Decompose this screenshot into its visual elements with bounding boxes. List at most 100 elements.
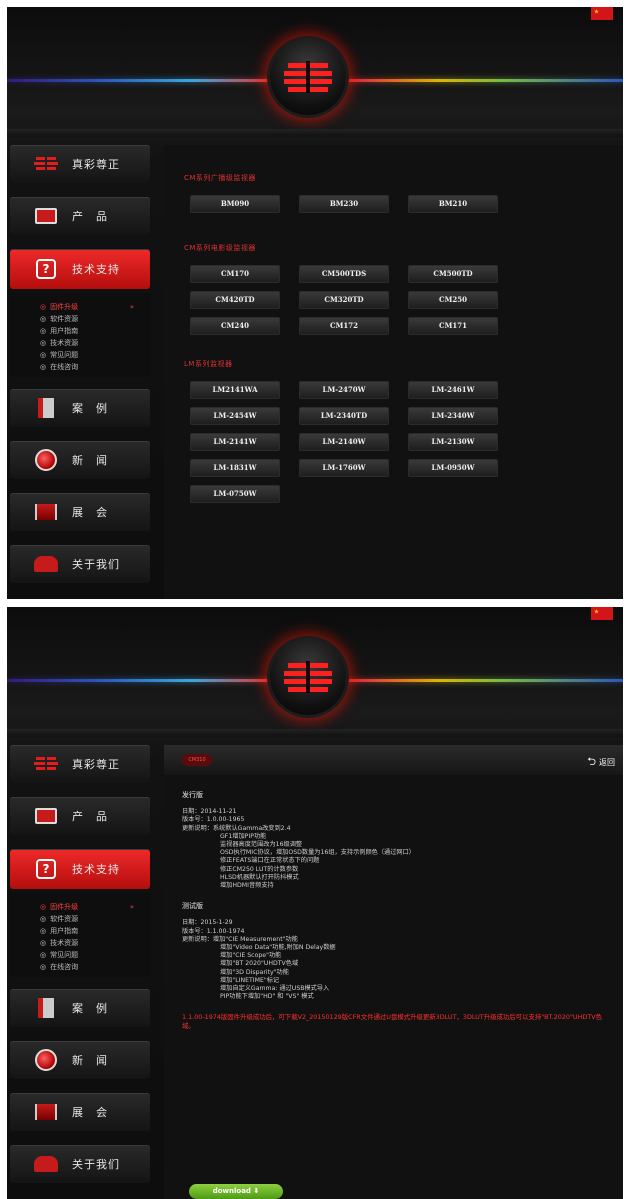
subnav-item-online[interactable]: 在线咨询	[40, 961, 150, 973]
nav-news[interactable]: 新 闻	[10, 441, 150, 479]
upgrade-notice: 1.1.00-1974版固件升级成功后，可下载V2_20150129版CFR文件…	[182, 1013, 602, 1031]
sidebar: 真彩尊正 产 品 ? 技术支持 固件升级» 软件资源 用户指南 技术资源 常见问…	[10, 145, 150, 597]
product-button[interactable]: LM-2130W	[408, 433, 498, 451]
nav-cases-label: 案 例	[72, 402, 108, 415]
product-button[interactable]: LM-1831W	[190, 459, 280, 477]
subnav-item-faq[interactable]: 常见问题	[40, 949, 150, 961]
product-button[interactable]: BM210	[408, 195, 498, 213]
globe-icon	[34, 1049, 58, 1071]
back-button[interactable]: ⮌ 返回	[587, 753, 615, 772]
subnav-item-firmware[interactable]: 固件升级»	[40, 901, 150, 913]
people-icon	[34, 554, 58, 574]
nav-exhibitions-label: 展 会	[72, 506, 108, 519]
back-label: 返回	[599, 758, 615, 767]
subnav-arrow-icon: »	[129, 303, 134, 311]
header-band	[7, 129, 623, 137]
product-button[interactable]: LM-2340TD	[299, 407, 389, 425]
subnav-item-guide[interactable]: 用户指南	[40, 925, 150, 937]
test-lines: 日期：2015-1-29 版本号：1.1.00-1974 更新说明：增加"CIE M…	[182, 919, 623, 944]
product-button[interactable]: CM171	[408, 317, 498, 335]
subnav-item-online[interactable]: 在线咨询	[40, 361, 150, 373]
product-button[interactable]: CM320TD	[299, 291, 389, 309]
download-button[interactable]: download ⬇	[189, 1184, 283, 1199]
grid-lm: LM2141WA LM-2470W LM-2461W LM-2454W LM-2340T…	[164, 381, 623, 511]
nav-tech-support[interactable]: ? 技术支持	[10, 849, 150, 889]
subnav-item-tech-resources[interactable]: 技术资源	[40, 937, 150, 949]
product-button[interactable]: LM-2141W	[190, 433, 280, 451]
product-button[interactable]: LM-0750W	[190, 485, 280, 503]
brand-logo-icon	[284, 61, 332, 93]
booth-icon	[34, 502, 58, 522]
product-button[interactable]: CM420TD	[190, 291, 280, 309]
product-button[interactable]: LM-2340W	[408, 407, 498, 425]
product-button[interactable]: CM172	[299, 317, 389, 335]
nav-products[interactable]: 产 品	[10, 197, 150, 235]
firmware-detail-panel: CM310 ⮌ 返回 发行版 日期：2014-11-21 版本号：1.0.00-19…	[164, 745, 623, 1199]
china-flag-icon[interactable]	[591, 7, 613, 20]
nav-brand[interactable]: 真彩尊正	[10, 145, 150, 183]
nav-exhibitions[interactable]: 展 会	[10, 1093, 150, 1131]
release-title: 发行版	[182, 791, 203, 799]
nav-brand[interactable]: 真彩尊正	[10, 745, 150, 783]
subnav-item-guide[interactable]: 用户指南	[40, 325, 150, 337]
detail-header: CM310 ⮌ 返回	[164, 745, 623, 775]
product-button[interactable]: LM-2140W	[299, 433, 389, 451]
product-button[interactable]: CM500TD	[408, 265, 498, 283]
nav-about-label: 关于我们	[72, 558, 120, 571]
nav-about[interactable]: 关于我们	[10, 1145, 150, 1183]
note-line: 日期：2015-1-29	[182, 919, 233, 927]
test-title: 测试版	[182, 902, 203, 911]
nav-brand-label: 真彩尊正	[72, 758, 120, 771]
nav-exhibitions-label: 展 会	[72, 1106, 108, 1119]
release-notes: 发行版 日期：2014-11-21 版本号：1.0.00-1965 更新说明：系统默…	[164, 775, 623, 1001]
grid-cinema: CM170 CM500TDS CM500TD CM420TD CM320TD CM250 C…	[164, 265, 623, 343]
nav-products-label: 产 品	[72, 810, 108, 823]
product-button[interactable]: CM240	[190, 317, 280, 335]
release-changes: GF1增加PIP功能 监视器高度范围改为16级调整 OSD执行MIC协议，增加OSD…	[182, 833, 623, 890]
product-button[interactable]: BM230	[299, 195, 389, 213]
subnav-item-software[interactable]: 软件资源	[40, 913, 150, 925]
product-button[interactable]: LM-2461W	[408, 381, 498, 399]
nav-about[interactable]: 关于我们	[10, 545, 150, 583]
product-button[interactable]: CM170	[190, 265, 280, 283]
test-changes: 增加"Video Data"功能,附加N Delay数据 增加"CIE Scope…	[182, 944, 623, 1001]
product-button[interactable]: LM-2454W	[190, 407, 280, 425]
subnav-arrow-icon: »	[129, 903, 134, 911]
document-icon	[34, 998, 58, 1018]
section-title-lm: LM系列监视器	[184, 360, 233, 368]
screenshot-firmware-detail: 真彩尊正 产 品 ? 技术支持 固件升级» 软件资源 用户指南 技术资源 常见问…	[7, 607, 623, 1199]
sidebar: 真彩尊正 产 品 ? 技术支持 固件升级» 软件资源 用户指南 技术资源 常见问…	[10, 745, 150, 1197]
note-line: 修正FEATS端口在正常状态下的问题	[220, 857, 320, 865]
nav-tech-support[interactable]: ? 技术支持	[10, 249, 150, 289]
nav-products[interactable]: 产 品	[10, 797, 150, 835]
nav-exhibitions[interactable]: 展 会	[10, 493, 150, 531]
product-button[interactable]: BM090	[190, 195, 280, 213]
monitor-icon	[34, 806, 58, 826]
nav-cases[interactable]: 案 例	[10, 389, 150, 427]
nav-news-label: 新 闻	[72, 1054, 108, 1067]
logo-icon	[34, 154, 58, 174]
subnav-item-faq[interactable]: 常见问题	[40, 349, 150, 361]
product-button[interactable]: LM2141WA	[190, 381, 280, 399]
model-tag: CM310	[182, 754, 212, 766]
brand-logo[interactable]	[270, 639, 346, 715]
note-line: 增加HDMI音频支持	[220, 882, 274, 890]
nav-cases[interactable]: 案 例	[10, 989, 150, 1027]
subnav-item-tech-resources[interactable]: 技术资源	[40, 337, 150, 349]
subnav-item-firmware[interactable]: 固件升级»	[40, 301, 150, 313]
subnav-item-software[interactable]: 软件资源	[40, 313, 150, 325]
product-button[interactable]: LM-0950W	[408, 459, 498, 477]
product-button[interactable]: CM250	[408, 291, 498, 309]
subnav: 固件升级» 软件资源 用户指南 技术资源 常见问题 在线咨询	[10, 293, 150, 377]
product-button[interactable]: LM-1760W	[299, 459, 389, 477]
brand-logo[interactable]	[270, 39, 346, 115]
logo-icon	[34, 754, 58, 774]
product-button[interactable]: CM500TDS	[299, 265, 389, 283]
people-icon	[34, 1154, 58, 1174]
globe-icon	[34, 449, 58, 471]
product-button[interactable]: LM-2470W	[299, 381, 389, 399]
release-lines: 日期：2014-11-21 版本号：1.0.00-1965 更新说明：系统默认Gam…	[182, 808, 623, 833]
china-flag-icon[interactable]	[591, 607, 613, 620]
question-icon: ?	[34, 859, 58, 879]
nav-news[interactable]: 新 闻	[10, 1041, 150, 1079]
